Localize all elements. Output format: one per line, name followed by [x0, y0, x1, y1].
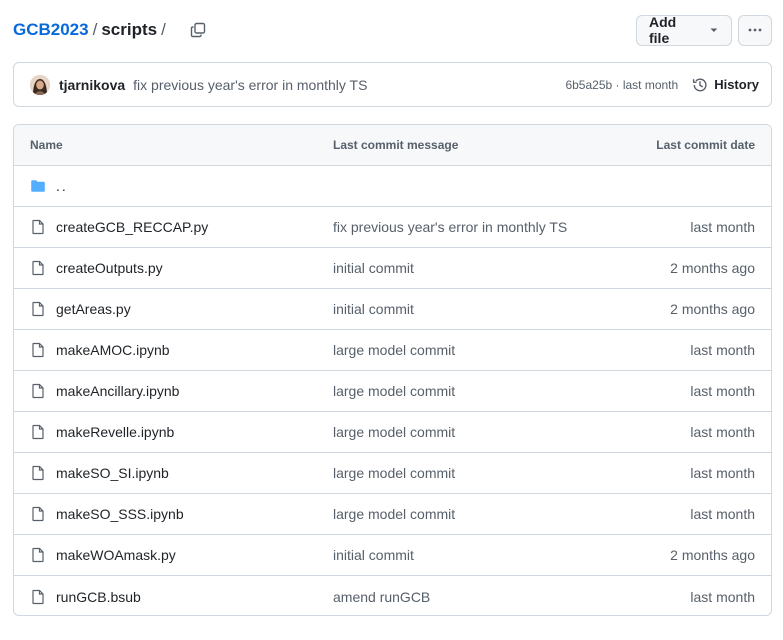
file-commit-message[interactable]: fix previous year's error in monthly TS: [333, 219, 571, 235]
file-icon: [32, 219, 44, 235]
file-table: Name Last commit message Last commit dat…: [13, 124, 772, 616]
breadcrumb-separator: /: [161, 20, 166, 39]
file-commit-date: last month: [690, 424, 755, 440]
more-options-button[interactable]: [738, 14, 772, 46]
breadcrumb-separator: /: [92, 20, 98, 39]
add-file-button[interactable]: Add file: [636, 14, 732, 46]
file-commit-date: last month: [690, 219, 755, 235]
triangle-down-icon: [710, 28, 718, 32]
file-icon: [32, 301, 44, 317]
file-icon: [32, 465, 44, 481]
file-commit-date: last month: [690, 506, 755, 522]
header-name: Name: [30, 138, 63, 152]
table-row[interactable]: createOutputs.py initial commit 2 months a…: [14, 248, 771, 289]
file-commit-date: last month: [690, 588, 755, 605]
table-row[interactable]: makeAMOC.ipynb large model commit last mon…: [14, 330, 771, 371]
table-row[interactable]: makeRevelle.ipynb large model commit last …: [14, 412, 771, 453]
commit-author[interactable]: tjarnikova: [59, 77, 125, 93]
kebab-horizontal-icon: [748, 28, 762, 32]
latest-commit-bar: tjarnikova fix previous year's error in …: [13, 62, 772, 107]
file-commit-message[interactable]: large model commit: [333, 383, 571, 399]
file-icon: [32, 383, 44, 399]
header-date: Last commit date: [656, 138, 755, 152]
file-name-link[interactable]: makeWOAmask.py: [56, 547, 176, 563]
file-commit-date: 2 months ago: [670, 260, 755, 276]
table-row[interactable]: makeSO_SI.ipynb large model commit last mo…: [14, 453, 771, 494]
file-name-link[interactable]: createOutputs.py: [56, 260, 163, 276]
file-commit-message[interactable]: initial commit: [333, 547, 571, 563]
table-row[interactable]: createGCB_RECCAP.py fix previous year's e…: [14, 207, 771, 248]
file-icon: [32, 342, 44, 358]
breadcrumb-repo-link[interactable]: GCB2023: [13, 20, 89, 40]
table-header: Name Last commit message Last commit dat…: [14, 125, 771, 166]
table-row[interactable]: makeWOAmask.py initial commit 2 months ago: [14, 535, 771, 576]
file-name-link[interactable]: makeRevelle.ipynb: [56, 424, 174, 440]
parent-directory-link[interactable]: ..: [56, 178, 68, 194]
file-name-link[interactable]: createGCB_RECCAP.py: [56, 219, 208, 235]
folder-icon: [31, 180, 45, 192]
table-row[interactable]: runGCB.bsub amend runGCB last month: [14, 576, 771, 615]
file-name-link[interactable]: makeSO_SI.ipynb: [56, 465, 169, 481]
copy-icon[interactable]: [188, 20, 208, 40]
history-button[interactable]: History: [692, 77, 759, 93]
file-commit-date: 2 months ago: [670, 301, 755, 317]
file-icon: [32, 506, 44, 522]
file-list: createGCB_RECCAP.py fix previous year's e…: [14, 207, 771, 615]
header-message: Last commit message: [333, 138, 459, 152]
table-row[interactable]: makeAncillary.ipynb large model commit las…: [14, 371, 771, 412]
file-commit-message[interactable]: initial commit: [333, 260, 571, 276]
file-icon: [32, 547, 44, 563]
repo-header: GCB2023 / scripts / Add file: [13, 14, 772, 46]
file-commit-message[interactable]: large model commit: [333, 465, 571, 481]
file-commit-date: 2 months ago: [670, 547, 755, 563]
add-file-label: Add file: [649, 14, 677, 46]
file-commit-message[interactable]: initial commit: [333, 301, 571, 317]
breadcrumb: GCB2023 / scripts /: [13, 20, 170, 40]
file-commit-message[interactable]: large model commit: [333, 424, 571, 440]
breadcrumb-current-dir: scripts: [101, 20, 158, 39]
file-name-link[interactable]: makeAMOC.ipynb: [56, 342, 170, 358]
file-commit-message[interactable]: large model commit: [333, 342, 571, 358]
file-commit-message[interactable]: large model commit: [333, 506, 571, 522]
file-commit-date: last month: [690, 342, 755, 358]
parent-directory-row[interactable]: ..: [14, 166, 771, 207]
file-icon: [32, 424, 44, 440]
file-name-link[interactable]: getAreas.py: [56, 301, 131, 317]
file-icon: [32, 260, 44, 276]
file-name-link[interactable]: makeAncillary.ipynb: [56, 383, 179, 399]
file-commit-message[interactable]: amend runGCB: [333, 589, 571, 605]
file-name-link[interactable]: runGCB.bsub: [56, 589, 141, 605]
file-name-link[interactable]: makeSO_SSS.ipynb: [56, 506, 184, 522]
history-label: History: [714, 77, 759, 92]
file-icon: [32, 589, 44, 604]
table-row[interactable]: makeSO_SSS.ipynb large model commit last m…: [14, 494, 771, 535]
file-commit-date: last month: [690, 383, 755, 399]
table-row[interactable]: getAreas.py initial commit 2 months ago: [14, 289, 771, 330]
history-icon: [693, 78, 707, 91]
commit-message[interactable]: fix previous year's error in monthly TS: [133, 77, 367, 93]
avatar[interactable]: [30, 74, 50, 95]
file-commit-date: last month: [690, 465, 755, 481]
commit-sha-and-time[interactable]: 6b5a25b · last month: [565, 78, 678, 92]
